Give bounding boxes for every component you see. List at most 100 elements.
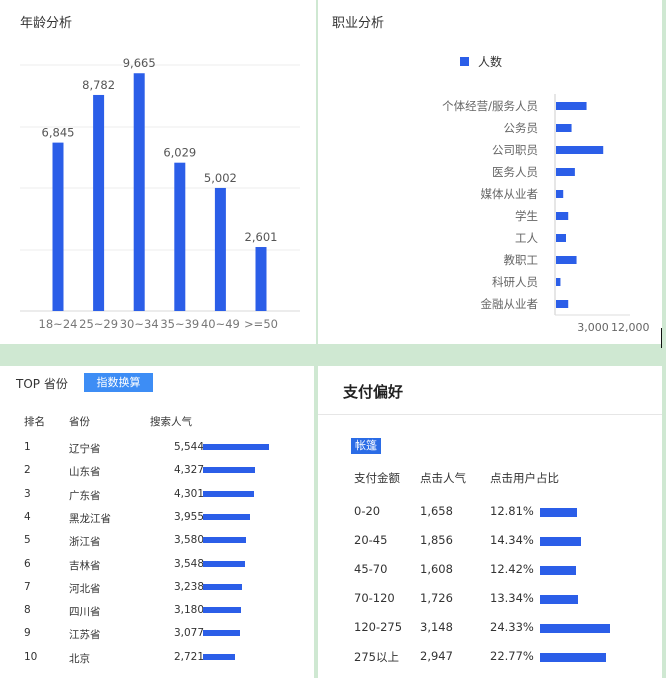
legend-swatch: [460, 57, 469, 66]
occupation-bar: [556, 124, 572, 132]
occupation-category-label: 公司职员: [492, 143, 538, 157]
province-bar: [203, 560, 246, 567]
province-bar: [203, 490, 255, 497]
occupation-bar: [556, 300, 569, 308]
province-rank: 1: [24, 441, 31, 453]
province-rank: 10: [24, 650, 38, 663]
age-value-label: 8,782: [82, 78, 115, 92]
occupation-bar-chart: 人数个体经营/服务人员公务员公司职员医务人员媒体从业者学生工人教职工科研人员金融…: [442, 54, 649, 334]
province-bar: [203, 513, 251, 520]
payment-range: 0-20: [354, 504, 381, 518]
province-bar: [203, 444, 269, 450]
payment-share-bar: [540, 566, 576, 575]
occupation-bar: [556, 256, 577, 264]
occupation-bar: [556, 212, 569, 220]
payment-clicks: 1,726: [420, 591, 453, 605]
occupation-bar: [556, 278, 561, 286]
age-category-label: 35~39: [160, 317, 199, 331]
province-name: 四川省: [69, 606, 101, 619]
payment-share-bar: [540, 508, 577, 517]
occupation-bar: [556, 168, 575, 176]
occupation-category-label: 医务人员: [492, 165, 538, 179]
province-search-value: 3,955: [173, 510, 204, 523]
age-bar: [52, 142, 64, 311]
province-name: 吉林省: [69, 559, 101, 572]
province-name: 广东省: [69, 489, 101, 502]
province-search-value: 5,544: [173, 441, 204, 453]
province-name: 浙江省: [69, 536, 101, 549]
province-rank: 6: [24, 557, 31, 570]
divider: [318, 414, 662, 415]
occupation-bar: [556, 146, 604, 154]
province-bar: [203, 467, 255, 474]
province-rank: 5: [24, 534, 31, 547]
index-conversion-button[interactable]: 指数换算: [84, 373, 153, 392]
age-bar-chart: 6,845 18~24 8,782 25~29 9,665 30~34 6,029 35~39…: [20, 56, 300, 331]
occupation-category-label: 个体经营/服务人员: [442, 99, 538, 113]
province-name: 黑龙江省: [69, 512, 111, 525]
age-category-label: 18~24: [39, 317, 78, 331]
age-category-label: >=50: [244, 317, 278, 331]
province-panel-title: TOP 省份: [16, 377, 68, 391]
occupation-analysis-panel: 职业分析 人数 个体经营/服务人员 公务员 公司职员 医务人员 媒体从业者 学生 工人 教职工科…: [318, 0, 662, 344]
province-search-value: 4,327: [173, 464, 204, 477]
province-bar: [203, 583, 242, 590]
header-click-user-share: 点击用户占比: [490, 471, 559, 485]
payment-clicks: 1,658: [420, 504, 453, 518]
province-rank: 3: [24, 487, 31, 500]
province-bar: [203, 537, 246, 544]
occupation-category-label: 工人: [515, 231, 538, 245]
payment-share: 14.34%: [490, 533, 534, 547]
province-rank: 9: [24, 627, 31, 640]
legend-label: 人数: [478, 54, 502, 69]
age-bar: [133, 73, 145, 311]
province-search-value: 4,301: [173, 487, 204, 500]
payment-range: 70-120: [354, 591, 395, 605]
province-search-value: 3,580: [173, 534, 204, 547]
header-click-popularity: 点击人气: [420, 471, 466, 485]
province-name: 北京: [69, 652, 90, 665]
occupation-category-label: 公务员: [504, 121, 539, 135]
payment-share-bar: [540, 537, 582, 546]
province-name: 河北省: [69, 582, 101, 595]
age-value-label: 9,665: [123, 56, 156, 70]
province-rank: 2: [24, 464, 31, 477]
province-bar: [203, 630, 240, 637]
age-value-label: 2,601: [245, 230, 278, 244]
payment-range: 45-70: [354, 562, 388, 576]
payment-share-bar: [540, 595, 579, 604]
category-tag-tent[interactable]: 帐篷: [351, 438, 381, 454]
top-province-panel: TOP 省份 指数换算 排名 省份 搜索人气 1 辽宁省 5,544 2 山东省 4,32…: [0, 366, 314, 678]
payment-share: 13.34%: [490, 591, 534, 605]
occupation-category-label: 金融从业者: [481, 297, 539, 311]
payment-share: 12.81%: [490, 504, 534, 518]
header-rank: 排名: [24, 416, 45, 428]
occupation-bar: [556, 190, 564, 198]
age-bar: [214, 187, 226, 311]
province-search-value: 3,548: [173, 557, 204, 570]
payment-share-bar: [540, 653, 606, 662]
province-search-value: 3,238: [173, 580, 204, 593]
occupation-category-label: 科研人员: [492, 275, 538, 289]
province-bar: [203, 607, 241, 614]
occupation-category-label: 媒体从业者: [481, 187, 539, 201]
payment-range: 20-45: [354, 533, 388, 547]
age-category-label: 30~34: [120, 317, 159, 331]
payment-share: 24.33%: [490, 620, 534, 634]
payment-preference-panel: 支付偏好 帐篷 支付金额 点击人气 点击用户占比 0-20 1,658 12.81%…: [318, 366, 662, 678]
age-bar: [255, 247, 267, 311]
age-bar: [174, 162, 186, 311]
age-value-label: 5,002: [204, 171, 237, 185]
header-province: 省份: [69, 416, 90, 428]
payment-clicks: 3,148: [420, 620, 453, 634]
province-search-value: 2,721: [173, 650, 204, 663]
province-rank: 8: [24, 604, 31, 617]
header-search-popularity: 搜索人气: [150, 416, 192, 428]
payment-clicks: 1,608: [420, 562, 453, 576]
province-name: 辽宁省: [69, 443, 101, 455]
age-category-label: 40~49: [201, 317, 240, 331]
province-name: 山东省: [69, 466, 101, 479]
province-bar: [203, 653, 236, 660]
age-value-label: 6,845: [42, 126, 75, 140]
province-rank: 7: [24, 580, 31, 593]
